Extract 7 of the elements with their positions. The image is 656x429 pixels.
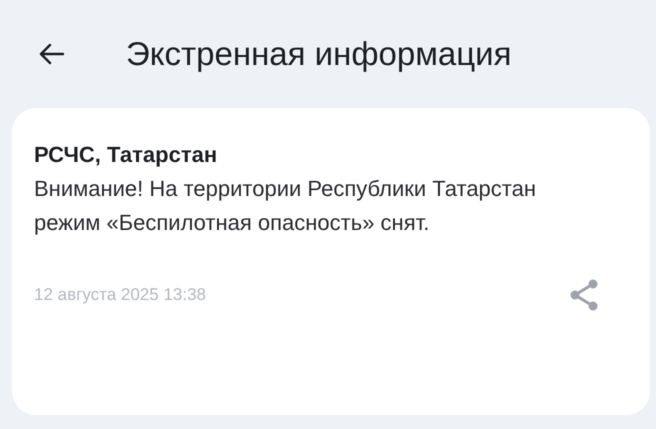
- back-arrow-icon: [38, 43, 64, 65]
- page-title: Экстренная информация: [126, 35, 512, 73]
- share-button[interactable]: [568, 278, 600, 312]
- message-sender: РСЧС, Татарстан: [34, 142, 218, 168]
- share-icon: [568, 278, 600, 312]
- message-date: 12 августа 2025 13:38: [34, 285, 206, 305]
- message-text: Внимание! На территории Республики Татарстан режим «Беспилотная опасность» снят.: [34, 175, 538, 237]
